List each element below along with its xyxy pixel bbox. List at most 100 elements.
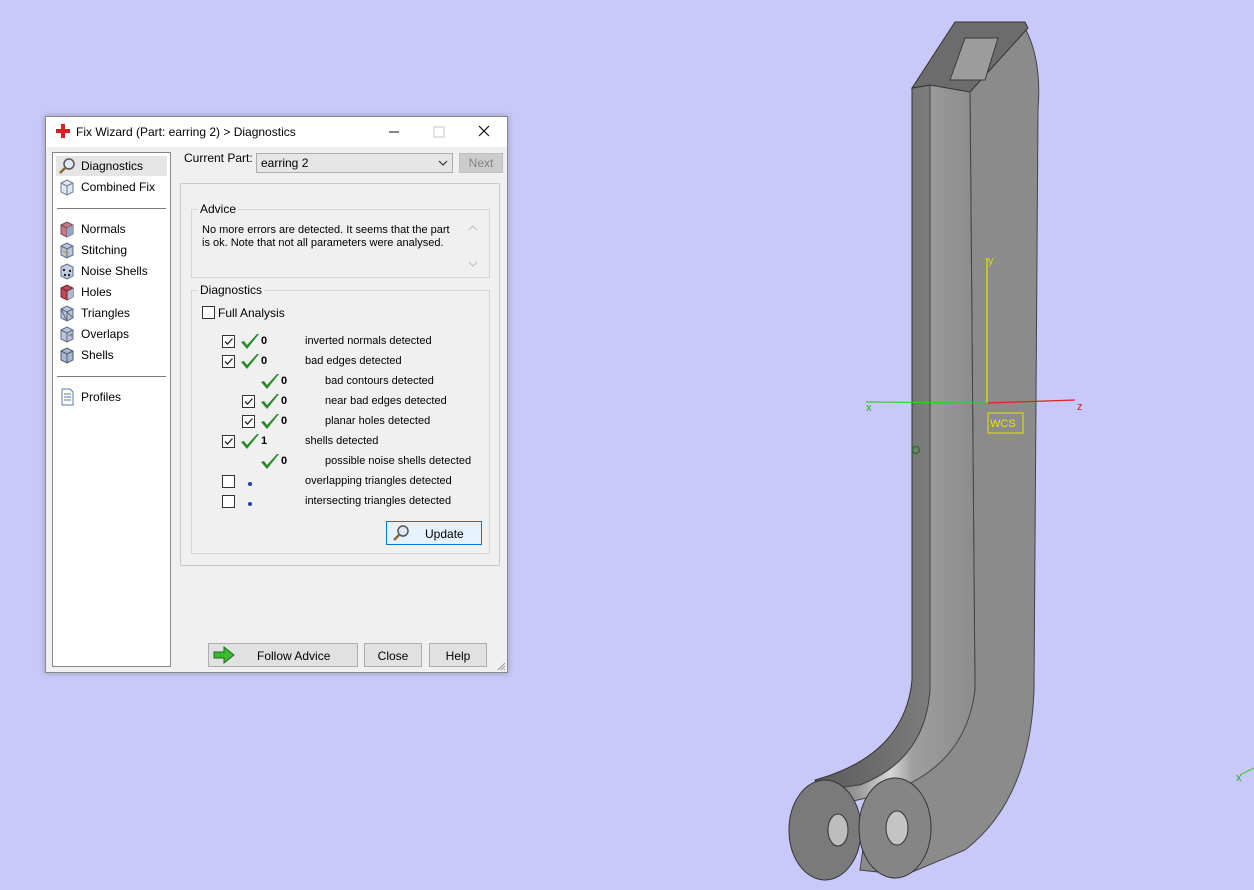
close-window-button[interactable] bbox=[461, 117, 506, 147]
nav-item-diagnostics[interactable]: Diagnostics bbox=[56, 156, 167, 176]
diag-count: 0 bbox=[281, 395, 288, 407]
success-check-icon bbox=[261, 414, 279, 429]
cube-stitching-icon bbox=[60, 242, 74, 259]
full-analysis-label: Full Analysis bbox=[218, 306, 285, 320]
nav-label: Diagnostics bbox=[81, 159, 144, 173]
red-cross-icon bbox=[56, 124, 70, 138]
nav-label: Noise Shells bbox=[81, 264, 148, 278]
diag-label: planar holes detected bbox=[325, 415, 431, 427]
nav-item-profiles[interactable]: Profiles bbox=[56, 387, 167, 407]
diag-label: bad contours detected bbox=[325, 375, 434, 387]
diagnostics-title: Diagnostics bbox=[198, 283, 265, 297]
current-part-value: earring 2 bbox=[261, 156, 309, 170]
nav-item-holes[interactable]: Holes bbox=[56, 282, 167, 302]
checkmark-icon bbox=[224, 438, 233, 445]
success-check-icon bbox=[241, 434, 259, 449]
close-icon bbox=[478, 125, 490, 137]
success-check-icon bbox=[241, 354, 259, 369]
earring-part-model[interactable] bbox=[788, 21, 1040, 881]
chevron-down-icon bbox=[438, 160, 448, 166]
nav-item-combined-fix[interactable]: Combined Fix bbox=[56, 177, 167, 197]
cube-noise-icon bbox=[60, 263, 74, 280]
diag-count: 0 bbox=[281, 375, 288, 387]
magnifier-icon bbox=[393, 525, 409, 541]
advice-title: Advice bbox=[198, 202, 239, 216]
next-button[interactable]: Next bbox=[459, 153, 503, 173]
advice-group: Advice No more errors are detected. It s… bbox=[191, 202, 490, 278]
maximize-button[interactable] bbox=[416, 117, 461, 147]
nav-label: Holes bbox=[81, 285, 112, 299]
success-check-icon bbox=[241, 334, 259, 349]
cube-fix-icon bbox=[60, 179, 74, 196]
full-analysis-checkbox[interactable] bbox=[202, 306, 215, 319]
minimize-icon bbox=[389, 131, 399, 133]
nav-label: Overlaps bbox=[81, 327, 130, 341]
maximize-icon bbox=[433, 126, 445, 138]
advice-scrollbar[interactable] bbox=[466, 222, 480, 270]
nav-label: Profiles bbox=[81, 390, 122, 404]
advice-text: No more errors are detected. It seems th… bbox=[202, 224, 450, 249]
overlapping-triangles-checkbox[interactable] bbox=[222, 475, 235, 488]
nav-item-overlaps[interactable]: Overlaps bbox=[56, 324, 167, 344]
nav-separator bbox=[57, 208, 166, 209]
nav-item-normals[interactable]: Normals bbox=[56, 219, 167, 239]
diag-count: 0 bbox=[281, 455, 288, 467]
mini-axis-x-label: x bbox=[1236, 772, 1242, 784]
diag-label: shells detected bbox=[305, 435, 379, 447]
update-label: Update bbox=[425, 527, 464, 541]
checkmark-icon bbox=[224, 338, 233, 345]
nav-item-shells[interactable]: Shells bbox=[56, 345, 167, 365]
wcs-label: WCS bbox=[990, 418, 1016, 430]
diag-count: 1 bbox=[261, 435, 268, 447]
nav-item-stitching[interactable]: Stitching bbox=[56, 240, 167, 260]
intersecting-triangles-checkbox[interactable] bbox=[222, 495, 235, 508]
nav-item-triangles[interactable]: Triangles bbox=[56, 303, 167, 323]
update-button[interactable]: Update bbox=[386, 521, 482, 545]
cube-normals-icon bbox=[60, 221, 74, 238]
shells-checkbox[interactable] bbox=[222, 435, 235, 448]
diag-count: 0 bbox=[261, 355, 268, 367]
fix-wizard-dialog: Fix Wizard (Part: earring 2) > Diagnosti… bbox=[45, 116, 508, 673]
nav-label: Stitching bbox=[81, 243, 128, 257]
cube-triangles-icon bbox=[60, 305, 74, 322]
diag-label: near bad edges detected bbox=[325, 395, 447, 407]
nav-label: Shells bbox=[81, 348, 114, 362]
arrow-right-icon bbox=[213, 646, 235, 664]
pending-dot-icon bbox=[248, 482, 252, 486]
nav-label: Combined Fix bbox=[81, 180, 156, 194]
diag-label: bad edges detected bbox=[305, 355, 402, 367]
checkmark-icon bbox=[244, 418, 253, 425]
success-check-icon bbox=[261, 394, 279, 409]
diag-label: inverted normals detected bbox=[305, 335, 432, 347]
cube-holes-icon bbox=[60, 284, 74, 301]
checkmark-icon bbox=[244, 398, 253, 405]
axis-z-label: z bbox=[1077, 401, 1083, 413]
nav-item-noise-shells[interactable]: Noise Shells bbox=[56, 261, 167, 281]
checkmark-icon bbox=[224, 358, 233, 365]
success-check-icon bbox=[261, 454, 279, 469]
diagnostics-group: Diagnostics Full Analysis 0 inverted nor… bbox=[191, 283, 490, 554]
nav-separator bbox=[57, 376, 166, 377]
wizard-nav-panel: Diagnostics Combined Fix Normals Stitchi… bbox=[52, 152, 171, 667]
title-bar[interactable]: Fix Wizard (Part: earring 2) > Diagnosti… bbox=[46, 117, 507, 147]
magnifier-icon bbox=[59, 158, 75, 174]
planar-holes-checkbox[interactable] bbox=[242, 415, 255, 428]
cube-shells-icon bbox=[60, 347, 74, 364]
follow-advice-button[interactable]: Follow Advice bbox=[208, 643, 358, 667]
inverted-normals-checkbox[interactable] bbox=[222, 335, 235, 348]
dialog-title: Fix Wizard (Part: earring 2) > Diagnosti… bbox=[76, 125, 296, 139]
close-button[interactable]: Close bbox=[364, 643, 422, 667]
near-bad-edges-checkbox[interactable] bbox=[242, 395, 255, 408]
axis-y-label: y bbox=[988, 255, 994, 267]
nav-label: Normals bbox=[81, 222, 126, 236]
pending-dot-icon bbox=[248, 502, 252, 506]
success-check-icon bbox=[261, 374, 279, 389]
current-part-label: Current Part: bbox=[184, 151, 253, 165]
resize-grip-icon[interactable] bbox=[496, 661, 506, 671]
diag-label: overlapping triangles detected bbox=[305, 475, 452, 487]
current-part-select[interactable]: earring 2 bbox=[256, 153, 453, 173]
minimize-button[interactable] bbox=[371, 117, 416, 147]
help-button[interactable]: Help bbox=[429, 643, 487, 667]
bad-edges-checkbox[interactable] bbox=[222, 355, 235, 368]
diag-count: 0 bbox=[261, 335, 268, 347]
